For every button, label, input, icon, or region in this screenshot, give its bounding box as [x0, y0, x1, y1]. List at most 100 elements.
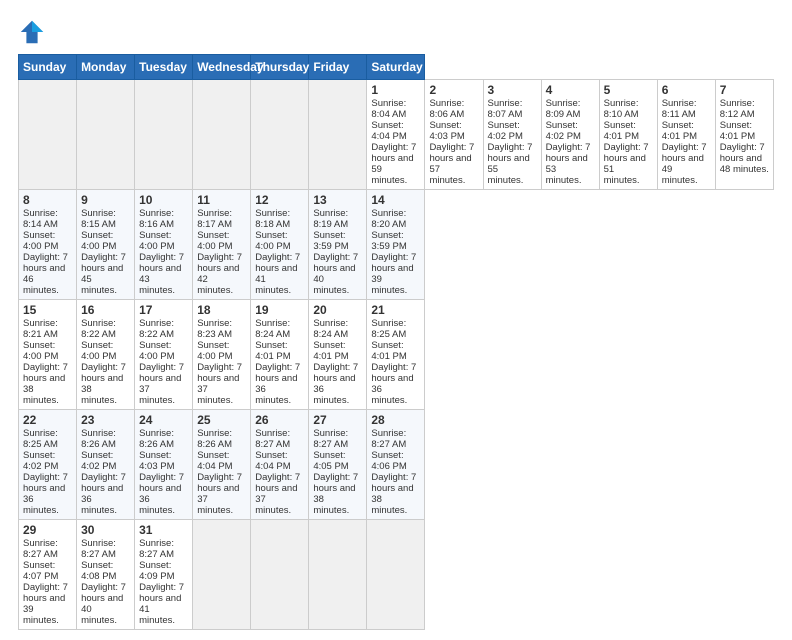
sunrise-text: Sunrise: 8:19 AM: [313, 208, 348, 230]
daylight-text: Daylight: 7 hours and 38 minutes.: [81, 362, 126, 406]
day-number: 5: [604, 83, 653, 97]
calendar-cell: [135, 80, 193, 190]
sunrise-text: Sunrise: 8:07 AM: [488, 98, 523, 120]
sunset-text: Sunset: 4:00 PM: [197, 230, 232, 252]
calendar-cell: 15 Sunrise: 8:21 AM Sunset: 4:00 PM Dayl…: [19, 300, 77, 410]
day-number: 14: [371, 193, 420, 207]
sunrise-text: Sunrise: 8:25 AM: [23, 428, 58, 450]
sunset-text: Sunset: 4:09 PM: [139, 560, 174, 582]
daylight-text: Daylight: 7 hours and 40 minutes.: [313, 252, 358, 296]
calendar-cell: 14 Sunrise: 8:20 AM Sunset: 3:59 PM Dayl…: [367, 190, 425, 300]
calendar-cell: 20 Sunrise: 8:24 AM Sunset: 4:01 PM Dayl…: [309, 300, 367, 410]
sunset-text: Sunset: 4:00 PM: [255, 230, 290, 252]
sunrise-text: Sunrise: 8:24 AM: [313, 318, 348, 340]
sunset-text: Sunset: 4:03 PM: [429, 120, 464, 142]
calendar-cell: 9 Sunrise: 8:15 AM Sunset: 4:00 PM Dayli…: [77, 190, 135, 300]
day-number: 21: [371, 303, 420, 317]
daylight-text: Daylight: 7 hours and 38 minutes.: [371, 472, 416, 516]
sunrise-text: Sunrise: 8:17 AM: [197, 208, 232, 230]
calendar-cell: 3 Sunrise: 8:07 AM Sunset: 4:02 PM Dayli…: [483, 80, 541, 190]
calendar-week-row: 15 Sunrise: 8:21 AM Sunset: 4:00 PM Dayl…: [19, 300, 774, 410]
daylight-text: Daylight: 7 hours and 40 minutes.: [81, 582, 126, 626]
daylight-text: Daylight: 7 hours and 59 minutes.: [371, 142, 416, 186]
sunset-text: Sunset: 4:03 PM: [139, 450, 174, 472]
sunset-text: Sunset: 4:08 PM: [81, 560, 116, 582]
daylight-text: Daylight: 7 hours and 38 minutes.: [313, 472, 358, 516]
calendar-cell: 23 Sunrise: 8:26 AM Sunset: 4:02 PM Dayl…: [77, 410, 135, 520]
calendar-cell: 31 Sunrise: 8:27 AM Sunset: 4:09 PM Dayl…: [135, 520, 193, 630]
sunrise-text: Sunrise: 8:12 AM: [720, 98, 755, 120]
calendar-page: SundayMondayTuesdayWednesdayThursdayFrid…: [0, 0, 792, 640]
calendar-cell: 6 Sunrise: 8:11 AM Sunset: 4:01 PM Dayli…: [657, 80, 715, 190]
sunset-text: Sunset: 4:04 PM: [371, 120, 406, 142]
daylight-text: Daylight: 7 hours and 57 minutes.: [429, 142, 474, 186]
day-number: 27: [313, 413, 362, 427]
header-day: Wednesday: [193, 55, 251, 80]
sunset-text: Sunset: 4:00 PM: [81, 340, 116, 362]
day-number: 8: [23, 193, 72, 207]
sunrise-text: Sunrise: 8:26 AM: [197, 428, 232, 450]
daylight-text: Daylight: 7 hours and 36 minutes.: [313, 362, 358, 406]
daylight-text: Daylight: 7 hours and 39 minutes.: [371, 252, 416, 296]
calendar-cell: 11 Sunrise: 8:17 AM Sunset: 4:00 PM Dayl…: [193, 190, 251, 300]
sunset-text: Sunset: 4:04 PM: [197, 450, 232, 472]
day-number: 22: [23, 413, 72, 427]
calendar-cell: 26 Sunrise: 8:27 AM Sunset: 4:04 PM Dayl…: [251, 410, 309, 520]
daylight-text: Daylight: 7 hours and 41 minutes.: [139, 582, 184, 626]
calendar-week-row: 8 Sunrise: 8:14 AM Sunset: 4:00 PM Dayli…: [19, 190, 774, 300]
day-number: 2: [429, 83, 478, 97]
calendar-cell: 27 Sunrise: 8:27 AM Sunset: 4:05 PM Dayl…: [309, 410, 367, 520]
day-number: 25: [197, 413, 246, 427]
sunrise-text: Sunrise: 8:25 AM: [371, 318, 406, 340]
calendar-cell: [309, 520, 367, 630]
calendar-cell: [19, 80, 77, 190]
sunset-text: Sunset: 4:01 PM: [255, 340, 290, 362]
calendar-cell: 28 Sunrise: 8:27 AM Sunset: 4:06 PM Dayl…: [367, 410, 425, 520]
header-day: Sunday: [19, 55, 77, 80]
daylight-text: Daylight: 7 hours and 45 minutes.: [81, 252, 126, 296]
calendar-cell: 22 Sunrise: 8:25 AM Sunset: 4:02 PM Dayl…: [19, 410, 77, 520]
calendar-cell: [193, 80, 251, 190]
daylight-text: Daylight: 7 hours and 36 minutes.: [371, 362, 416, 406]
header-day: Saturday: [367, 55, 425, 80]
sunrise-text: Sunrise: 8:04 AM: [371, 98, 406, 120]
daylight-text: Daylight: 7 hours and 43 minutes.: [139, 252, 184, 296]
daylight-text: Daylight: 7 hours and 49 minutes.: [662, 142, 707, 186]
sunset-text: Sunset: 4:00 PM: [23, 230, 58, 252]
sunset-text: Sunset: 4:02 PM: [23, 450, 58, 472]
sunset-text: Sunset: 4:00 PM: [23, 340, 58, 362]
day-number: 28: [371, 413, 420, 427]
sunset-text: Sunset: 4:00 PM: [81, 230, 116, 252]
daylight-text: Daylight: 7 hours and 46 minutes.: [23, 252, 68, 296]
day-number: 1: [371, 83, 420, 97]
calendar-cell: 21 Sunrise: 8:25 AM Sunset: 4:01 PM Dayl…: [367, 300, 425, 410]
calendar-week-row: 29 Sunrise: 8:27 AM Sunset: 4:07 PM Dayl…: [19, 520, 774, 630]
sunrise-text: Sunrise: 8:26 AM: [81, 428, 116, 450]
calendar-header-row: SundayMondayTuesdayWednesdayThursdayFrid…: [19, 55, 774, 80]
day-number: 23: [81, 413, 130, 427]
day-number: 30: [81, 523, 130, 537]
calendar-cell: [251, 520, 309, 630]
sunset-text: Sunset: 4:01 PM: [313, 340, 348, 362]
calendar-cell: 30 Sunrise: 8:27 AM Sunset: 4:08 PM Dayl…: [77, 520, 135, 630]
sunset-text: Sunset: 4:00 PM: [197, 340, 232, 362]
sunrise-text: Sunrise: 8:27 AM: [81, 538, 116, 560]
day-number: 19: [255, 303, 304, 317]
day-number: 10: [139, 193, 188, 207]
header-day: Thursday: [251, 55, 309, 80]
daylight-text: Daylight: 7 hours and 37 minutes.: [139, 362, 184, 406]
sunrise-text: Sunrise: 8:21 AM: [23, 318, 58, 340]
calendar-cell: [77, 80, 135, 190]
sunrise-text: Sunrise: 8:20 AM: [371, 208, 406, 230]
calendar-cell: [251, 80, 309, 190]
calendar-cell: 12 Sunrise: 8:18 AM Sunset: 4:00 PM Dayl…: [251, 190, 309, 300]
sunset-text: Sunset: 4:06 PM: [371, 450, 406, 472]
daylight-text: Daylight: 7 hours and 36 minutes.: [139, 472, 184, 516]
calendar-cell: [367, 520, 425, 630]
sunrise-text: Sunrise: 8:27 AM: [23, 538, 58, 560]
sunset-text: Sunset: 4:01 PM: [662, 120, 697, 142]
sunrise-text: Sunrise: 8:24 AM: [255, 318, 290, 340]
sunset-text: Sunset: 4:02 PM: [81, 450, 116, 472]
calendar-cell: 7 Sunrise: 8:12 AM Sunset: 4:01 PM Dayli…: [715, 80, 773, 190]
calendar-cell: [309, 80, 367, 190]
